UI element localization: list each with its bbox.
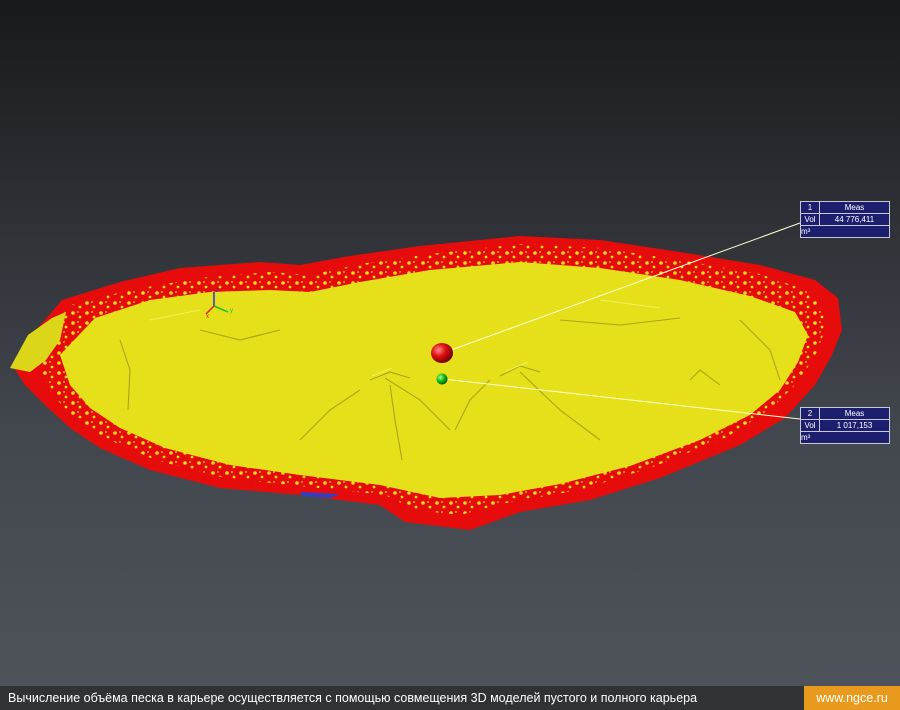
- measurement-label-1[interactable]: 1 Meas Vol 44 776,411 m³: [800, 201, 890, 238]
- caption-text: Вычисление объёма песка в карьере осущес…: [8, 691, 698, 705]
- red-sphere-marker: [431, 343, 453, 363]
- measurement-title: Meas: [844, 409, 865, 418]
- measurement-quantity: Vol: [801, 214, 820, 225]
- measurement-quantity: Vol: [801, 420, 820, 431]
- svg-text:z: z: [216, 288, 219, 294]
- caption-bar: Вычисление объёма песка в карьере осущес…: [0, 686, 900, 710]
- site-link[interactable]: www.ngce.ru: [804, 686, 900, 710]
- measurement-title: Meas: [844, 203, 865, 212]
- svg-text:y: y: [230, 308, 233, 314]
- green-sphere-marker: [436, 373, 448, 385]
- measurement-value: 44 776,411: [834, 215, 875, 224]
- measurement-id: 2: [801, 408, 820, 419]
- 3d-viewport[interactable]: x y z 1 Meas Vol 44 776,411 m³ 2 Meas Vo…: [0, 0, 900, 686]
- measurement-unit: m³: [801, 227, 811, 236]
- measurement-value: 1 017,153: [836, 421, 873, 430]
- measurement-unit: m³: [801, 433, 811, 442]
- quarry-3d-model[interactable]: x y z: [0, 0, 900, 686]
- measurement-label-2[interactable]: 2 Meas Vol 1 017,153 m³: [800, 407, 890, 444]
- svg-text:x: x: [206, 314, 209, 320]
- measurement-id: 1: [801, 202, 820, 213]
